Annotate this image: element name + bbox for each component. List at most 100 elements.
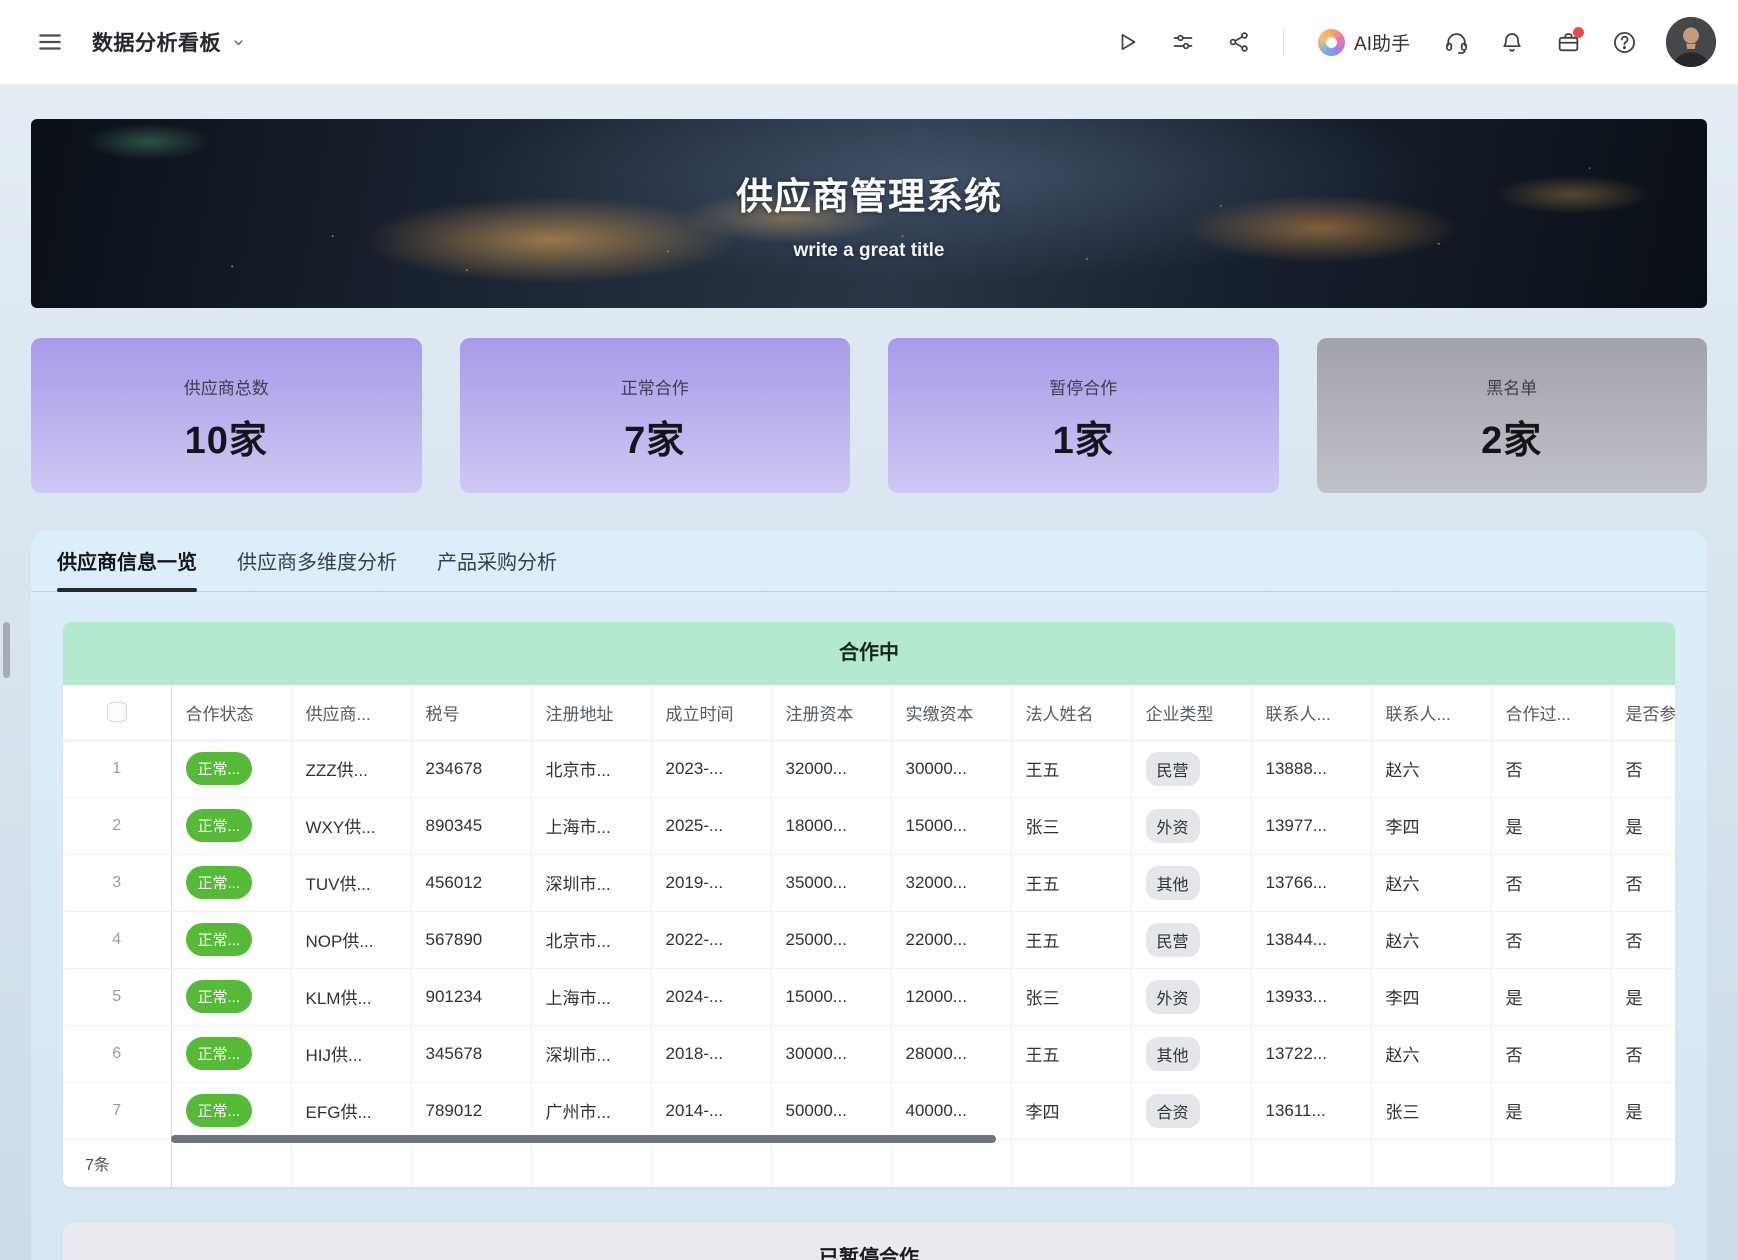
table-cell: 15000... (771, 968, 891, 1025)
column-header[interactable]: 注册资本 (771, 685, 891, 740)
table-cell: 是 (1491, 968, 1611, 1025)
table-cell: 赵六 (1371, 740, 1491, 797)
sliders-icon (1171, 30, 1195, 54)
company-type-badge: 外资 (1146, 980, 1200, 1014)
table-cell: 22000... (891, 911, 1011, 968)
status-cell: 正常... (171, 911, 291, 968)
status-cell: 正常... (171, 797, 291, 854)
stat-card-total-suppliers[interactable]: 供应商总数 10家 (31, 338, 422, 493)
table-cell: 2014-... (651, 1082, 771, 1139)
footer-cell (1371, 1139, 1491, 1187)
dashboard-title-dropdown[interactable]: 数据分析看板 (92, 27, 246, 57)
footer-cell (771, 1139, 891, 1187)
user-avatar[interactable] (1666, 17, 1716, 67)
table-cell: 18000... (771, 797, 891, 854)
column-header[interactable]: 税号 (411, 685, 531, 740)
suppliers-table: 合作状态供应商...税号注册地址成立时间注册资本实缴资本法人姓名企业类型联系人.… (63, 685, 1675, 1187)
table-row[interactable]: 3正常...TUV供...456012深圳市...2019-...35000..… (63, 854, 1675, 911)
column-header[interactable]: 是否参 (1611, 685, 1675, 740)
table-cell: 32000... (891, 854, 1011, 911)
select-all-checkbox[interactable] (107, 702, 127, 722)
chevron-down-icon (231, 35, 246, 50)
column-header[interactable]: 实缴资本 (891, 685, 1011, 740)
vertical-scrollbar[interactable] (3, 622, 10, 678)
table-cell: 张三 (1371, 1082, 1491, 1139)
table-row[interactable]: 4正常...NOP供...567890北京市...2022-...25000..… (63, 911, 1675, 968)
footer-cell (651, 1139, 771, 1187)
table-cell: 赵六 (1371, 854, 1491, 911)
footer-cell (1131, 1139, 1251, 1187)
table-cell: 13977... (1251, 797, 1371, 854)
column-header[interactable]: 成立时间 (651, 685, 771, 740)
column-header[interactable]: 联系人... (1371, 685, 1491, 740)
table-row[interactable]: 5正常...KLM供...901234上海市...2024-...15000..… (63, 968, 1675, 1025)
table-cell: 30000... (891, 740, 1011, 797)
table-row[interactable]: 7正常...EFG供...789012广州市...2014-...50000..… (63, 1082, 1675, 1139)
company-type-cell: 民营 (1131, 911, 1251, 968)
inbox-button[interactable] (1548, 22, 1588, 62)
share-button[interactable] (1219, 22, 1259, 62)
table-cell: 北京市... (531, 911, 651, 968)
footer-cell (1611, 1139, 1675, 1187)
table-cell: 13844... (1251, 911, 1371, 968)
table-row[interactable]: 1正常...ZZZ供...234678北京市...2023-...32000..… (63, 740, 1675, 797)
row-number: 3 (63, 854, 171, 911)
column-header[interactable]: 注册地址 (531, 685, 651, 740)
table-section-title: 合作中 (63, 622, 1675, 685)
table-cell: 12000... (891, 968, 1011, 1025)
status-badge: 正常... (186, 866, 253, 899)
table-cell: 张三 (1011, 797, 1131, 854)
column-header[interactable]: 企业类型 (1131, 685, 1251, 740)
table-cell: 李四 (1371, 797, 1491, 854)
table-cell: 王五 (1011, 911, 1131, 968)
table-cell: 345678 (411, 1025, 531, 1082)
table-cell: 否 (1611, 1025, 1675, 1082)
row-number: 7 (63, 1082, 171, 1139)
tab-supplier-info-overview[interactable]: 供应商信息一览 (57, 530, 197, 591)
hero-banner: 供应商管理系统 write a great title (31, 119, 1707, 308)
column-header[interactable]: 合作过... (1491, 685, 1611, 740)
table-cell: 否 (1491, 854, 1611, 911)
table-cell: 35000... (771, 854, 891, 911)
column-header[interactable]: 合作状态 (171, 685, 291, 740)
table-cell: WXY供... (291, 797, 411, 854)
company-type-badge: 民营 (1146, 752, 1200, 786)
status-cell: 正常... (171, 740, 291, 797)
stat-value: 7家 (460, 409, 851, 464)
support-button[interactable] (1436, 22, 1476, 62)
filter-settings-button[interactable] (1163, 22, 1203, 62)
table-cell: 13766... (1251, 854, 1371, 911)
column-header[interactable]: 供应商... (291, 685, 411, 740)
stat-value: 10家 (31, 409, 422, 464)
footer-cell (1491, 1139, 1611, 1187)
table-cell: 否 (1491, 911, 1611, 968)
table-row[interactable]: 2正常...WXY供...890345上海市...2025-...18000..… (63, 797, 1675, 854)
ai-assistant-button[interactable]: AI助手 (1308, 23, 1420, 62)
footer-cell (1011, 1139, 1131, 1187)
stat-card-paused-cooperation[interactable]: 暂停合作 1家 (888, 338, 1279, 493)
table-cell: 王五 (1011, 1025, 1131, 1082)
banner-subtitle: write a great title (794, 240, 945, 262)
tab-supplier-multidimensional-analysis[interactable]: 供应商多维度分析 (237, 530, 397, 591)
horizontal-scrollbar[interactable] (171, 1135, 996, 1143)
present-play-button[interactable] (1107, 22, 1147, 62)
table-cell: 是 (1611, 797, 1675, 854)
column-header[interactable]: 联系人... (1251, 685, 1371, 740)
table-cell: 15000... (891, 797, 1011, 854)
help-button[interactable] (1604, 22, 1644, 62)
column-header[interactable]: 法人姓名 (1011, 685, 1131, 740)
play-icon (1115, 30, 1139, 54)
tab-panel: 供应商信息一览 供应商多维度分析 产品采购分析 合作中 合作状态供应商...税号… (31, 530, 1707, 1260)
stat-card-blacklist[interactable]: 黑名单 2家 (1317, 338, 1708, 493)
table-cell: 2024-... (651, 968, 771, 1025)
stat-card-normal-cooperation[interactable]: 正常合作 7家 (460, 338, 851, 493)
table-cell: 张三 (1011, 968, 1131, 1025)
tab-product-procurement-analysis[interactable]: 产品采购分析 (437, 530, 557, 591)
company-type-badge: 其他 (1146, 866, 1200, 900)
table-cell: 40000... (891, 1082, 1011, 1139)
table-row[interactable]: 6正常...HIJ供...345678深圳市...2018-...30000..… (63, 1025, 1675, 1082)
hamburger-menu-button[interactable] (30, 22, 70, 62)
status-badge: 正常... (186, 1037, 253, 1070)
avatar-photo (1666, 17, 1716, 67)
notifications-button[interactable] (1492, 22, 1532, 62)
